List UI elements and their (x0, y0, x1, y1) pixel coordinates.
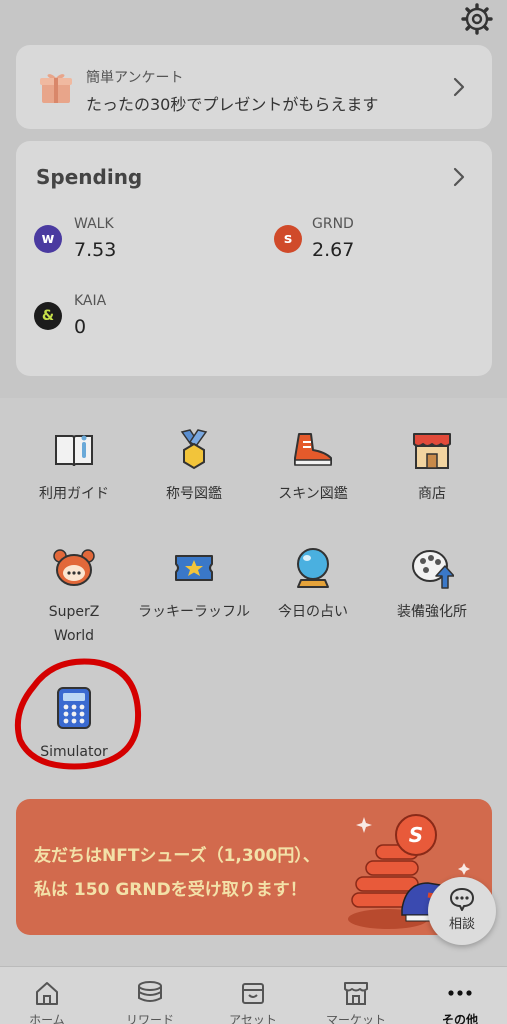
bottom-tab-bar: ホーム リワード アセット マーケット その他 (0, 966, 507, 1024)
menu-label-superz-world: SuperZ World (48, 604, 100, 644)
menu-item-fortune[interactable]: 今日の占い (253, 546, 373, 624)
tab-label-rewards: リワード (125, 1013, 174, 1024)
kaia-coin-icon: & (34, 302, 62, 330)
box-icon (242, 983, 264, 1004)
menu-item-guide[interactable]: 利用ガイド (14, 428, 134, 506)
menu-item-titles[interactable]: 称号図鑑 (134, 428, 254, 506)
chevron-right-icon[interactable] (452, 166, 466, 188)
survey-card[interactable]: 簡単アンケート たったの30秒でプレゼントがもらえます (16, 45, 492, 129)
spending-card[interactable]: Spending w WALK 7.53 s GRND 2.67 & KAIA … (16, 141, 492, 376)
raffle-ticket-icon (175, 555, 213, 581)
walk-label: WALK (74, 216, 114, 232)
tab-home[interactable]: ホーム (0, 967, 97, 1024)
tab-label-home: ホーム (29, 1013, 65, 1024)
consult-label: 相談 (448, 917, 475, 932)
menu-item-raffle[interactable]: ラッキーラッフル (134, 546, 254, 624)
survey-title: 簡単アンケート (86, 70, 184, 86)
walk-coin-icon: w (34, 225, 62, 253)
menu-item-upgrade[interactable]: 装備強化所 (372, 546, 492, 624)
superz-mascot-icon (53, 549, 95, 586)
tab-assets[interactable]: アセット (203, 967, 303, 1024)
menu-item-shop[interactable]: 商店 (372, 428, 492, 506)
menu-label-fortune: 今日の占い (278, 604, 348, 620)
menu-label-skins: スキン図鑑 (278, 486, 348, 502)
settings-gear-icon[interactable] (460, 2, 494, 36)
tab-label-more: その他 (441, 1013, 478, 1024)
menu-item-superz-world[interactable]: SuperZ World (14, 546, 134, 648)
menu-label-upgrade: 装備強化所 (397, 604, 467, 620)
grnd-label: GRND (312, 216, 354, 232)
shop-icon (413, 433, 451, 469)
coins-icon (138, 981, 162, 1002)
upgrade-icon (412, 550, 454, 589)
chevron-right-icon (453, 77, 465, 97)
home-icon (36, 982, 58, 1005)
menu-item-skins[interactable]: スキン図鑑 (253, 428, 373, 506)
menu-label-guide: 利用ガイド (39, 486, 109, 502)
grnd-value: 2.67 (312, 239, 355, 261)
tab-more[interactable]: その他 (410, 967, 507, 1024)
consult-button[interactable]: 相談 (428, 877, 496, 945)
referral-banner[interactable]: 友だちはNFTシューズ（1,300円）、 私は 150 GRNDを受け取ります！… (16, 799, 492, 935)
banner-line1: 友だちはNFTシューズ（1,300円）、 (34, 846, 320, 866)
highlight-circle (14, 658, 142, 770)
tab-market[interactable]: マーケット (306, 967, 406, 1024)
banner-line2: 私は 150 GRNDを受け取ります！ (34, 880, 307, 900)
menu-label-shop: 商店 (418, 486, 446, 502)
market-icon (344, 982, 368, 1005)
guide-book-icon (55, 435, 93, 467)
medal-icon (180, 429, 208, 470)
kaia-value: 0 (74, 316, 87, 338)
crystal-ball-icon (297, 548, 329, 588)
kaia-label: KAIA (74, 293, 107, 309)
spending-title: Spending (36, 165, 143, 189)
tab-label-assets: アセット (229, 1013, 277, 1024)
more-icon (448, 990, 472, 996)
menu-label-titles: 称号図鑑 (166, 486, 222, 502)
sneaker-icon (294, 433, 332, 466)
walk-value: 7.53 (74, 239, 117, 261)
tab-rewards[interactable]: リワード (100, 967, 200, 1024)
svg-text:S: S (409, 823, 423, 847)
gift-icon (40, 74, 72, 103)
grnd-coin-icon: s (274, 225, 302, 253)
menu-label-raffle: ラッキーラッフル (138, 604, 250, 620)
survey-subtitle: たったの30秒でプレゼントがもらえます (86, 95, 379, 114)
chat-bubble-icon (450, 888, 474, 911)
tab-label-market: マーケット (325, 1013, 386, 1024)
